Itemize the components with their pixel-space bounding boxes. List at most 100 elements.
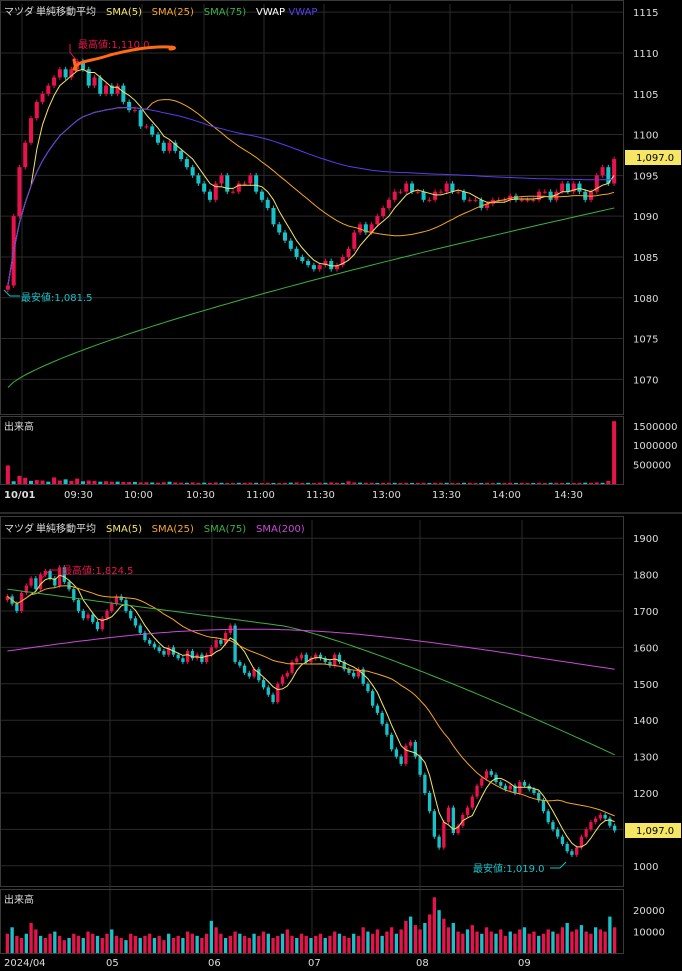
- volume-bar: [57, 480, 62, 484]
- volume-bar: [513, 483, 518, 484]
- volume-bar: [86, 931, 90, 953]
- candle-body: [570, 851, 574, 855]
- volume-bar: [389, 927, 394, 953]
- candle-body: [503, 785, 508, 790]
- candle-body: [259, 191, 264, 200]
- volume-bar: [565, 923, 569, 953]
- volume-bar: [600, 482, 605, 484]
- y-tick-label: 1000: [633, 862, 658, 873]
- volume-bar: [300, 483, 305, 484]
- volume-bar: [200, 938, 204, 953]
- daily-x-tick-label: 07: [308, 958, 321, 969]
- candle-body: [40, 93, 45, 102]
- candle-body: [184, 159, 189, 168]
- volume-bar: [456, 483, 461, 484]
- volume-bar: [252, 933, 256, 953]
- candle-body: [129, 611, 133, 619]
- candle-body: [190, 167, 195, 176]
- candle-body: [17, 167, 22, 217]
- candle-body: [299, 654, 304, 659]
- candle-body: [385, 723, 389, 735]
- candle-body: [480, 778, 484, 786]
- volume-bar: [554, 482, 559, 484]
- volume-bar: [404, 482, 409, 484]
- candle-body: [271, 208, 276, 225]
- volume-bar: [247, 938, 251, 953]
- volume-bar: [295, 938, 299, 953]
- x-tick-label: 11:00: [246, 490, 275, 501]
- volume-bar: [228, 935, 233, 953]
- volume-bar: [375, 929, 380, 953]
- volume-bar: [80, 481, 85, 484]
- intraday-volume-y-axis: 500000 1000000 1500000: [633, 422, 678, 472]
- volume-bar: [385, 931, 389, 953]
- candle-body: [542, 191, 547, 193]
- volume-bar: [184, 482, 189, 484]
- volume-bar: [144, 482, 149, 484]
- volume-bar: [219, 933, 223, 953]
- legend-entry: SMA(25): [152, 7, 194, 18]
- daily-legend: SMA(5) SMA(25) SMA(75) SMA(200): [106, 524, 305, 535]
- volume-bar: [306, 482, 311, 484]
- volume-bar: [456, 931, 460, 953]
- daily-last-price-tag-label: 1,097.0: [636, 826, 674, 837]
- volume-bar: [219, 482, 224, 484]
- volume-bar: [399, 929, 403, 953]
- volume-bar: [513, 933, 517, 953]
- volume-bar: [190, 933, 195, 953]
- volume-bar: [138, 938, 142, 953]
- volume-bar: [207, 482, 212, 484]
- candle-body: [144, 126, 149, 128]
- volume-bar: [86, 480, 91, 484]
- candle-body: [276, 683, 280, 702]
- volume-bar: [317, 482, 322, 484]
- volume-bar: [19, 938, 24, 953]
- volume-bar: [363, 482, 368, 484]
- candle-body: [132, 110, 137, 112]
- volume-bar: [95, 935, 100, 953]
- candle-body: [475, 785, 479, 797]
- volume-bar: [450, 483, 455, 484]
- candle-body: [254, 175, 259, 192]
- volume-bar: [133, 935, 138, 953]
- daily-indicator-label: 単純移動平均: [36, 522, 96, 535]
- volume-bar: [598, 929, 603, 953]
- volume-bar: [589, 933, 593, 953]
- candle-body: [386, 199, 391, 208]
- volume-bar: [427, 914, 432, 953]
- candle-body: [231, 191, 236, 193]
- volume-bar: [288, 482, 293, 484]
- volume-bar: [152, 938, 157, 953]
- volume-bar: [537, 935, 541, 953]
- legend-entry: VWAP: [288, 7, 317, 18]
- volume-bar: [38, 935, 43, 953]
- y-tick-label: 1110: [633, 49, 658, 60]
- volume-bar: [423, 923, 427, 953]
- volume-bar: [259, 483, 264, 484]
- volume-bar: [608, 916, 612, 953]
- volume-bar: [299, 933, 304, 953]
- volume-bar: [394, 933, 399, 953]
- volume-bar: [254, 482, 259, 484]
- daily-legend-entry: SMA(25): [152, 524, 194, 535]
- volume-bar: [579, 925, 584, 953]
- candle-body: [92, 77, 97, 86]
- volume-bar: [352, 482, 357, 484]
- candle-body: [361, 669, 365, 684]
- volume-bar: [104, 481, 109, 484]
- volume-bar: [490, 483, 495, 484]
- volume-bar: [433, 482, 438, 484]
- volume-bar: [413, 925, 418, 953]
- candle-body: [525, 199, 530, 201]
- daily-x-tick-label: 06: [208, 958, 221, 969]
- volume-bar: [475, 931, 479, 953]
- candle-body: [427, 793, 432, 812]
- candle-body: [532, 789, 536, 793]
- indicator-label: 単純移動平均: [36, 5, 96, 18]
- volume-bar: [588, 482, 594, 484]
- volume-bar: [446, 927, 451, 953]
- candle-body: [280, 676, 285, 684]
- volume-bar: [231, 483, 236, 484]
- volume-bar: [583, 482, 588, 484]
- candle-body: [219, 175, 224, 184]
